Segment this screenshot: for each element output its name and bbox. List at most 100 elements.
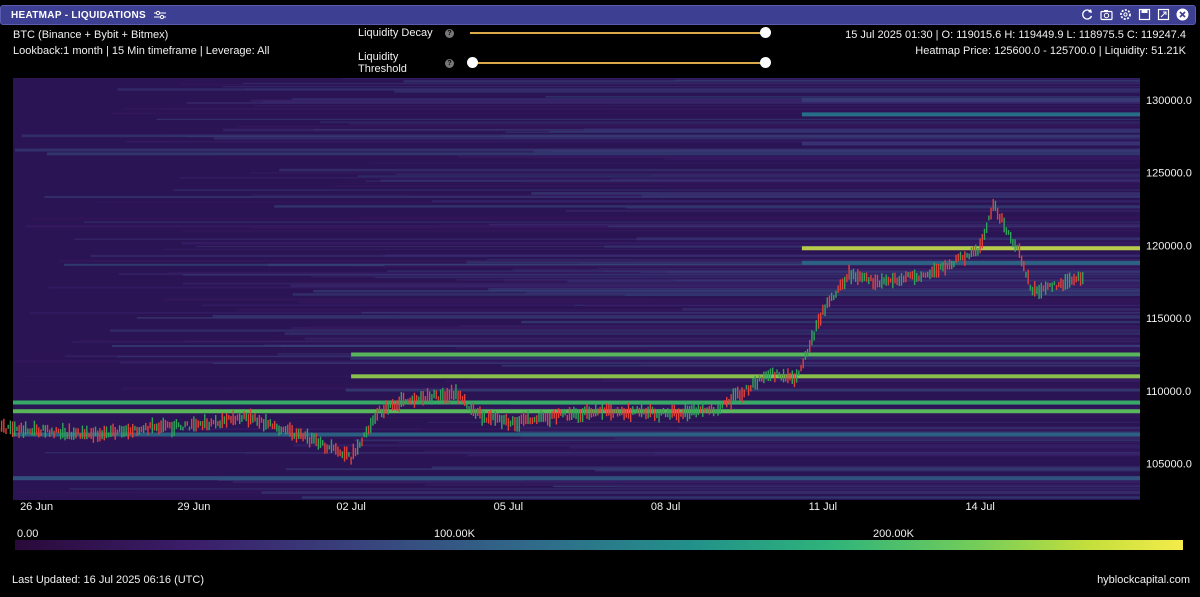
liquidity-streak <box>272 335 1141 337</box>
liquidity-threshold-max-knob[interactable] <box>760 57 771 68</box>
liquidity-streak <box>659 190 1140 193</box>
liquidity-streak <box>375 276 1140 279</box>
liquidity-decay-control: Liquidity Decay ? <box>358 27 771 39</box>
price-readout: 15 Jul 2025 01:30 | O: 119015.6 H: 11944… <box>845 27 1186 59</box>
liquidity-decay-slider[interactable] <box>470 27 771 38</box>
liquidity-streak <box>133 489 1140 491</box>
market-info: BTC (Binance + Bybit + Bitmex) Lookback:… <box>13 27 269 59</box>
liquidity-streak <box>662 192 1140 195</box>
settings-icon[interactable] <box>1119 8 1132 21</box>
ohlc-readout: 15 Jul 2025 01:30 | O: 119015.6 H: 11944… <box>845 29 1186 41</box>
liquidity-streak <box>348 123 1140 125</box>
liquidity-band <box>351 374 1141 379</box>
liquidity-streak <box>545 96 1140 98</box>
liquidity-streak <box>173 189 1141 191</box>
liquidity-threshold-min-knob[interactable] <box>467 57 478 68</box>
lookback-label: Lookback:1 month | 15 Min timeframe | Le… <box>13 45 270 57</box>
refresh-icon[interactable] <box>1081 8 1094 21</box>
liquidity-streak <box>384 264 1140 268</box>
help-icon[interactable]: ? <box>445 58 454 68</box>
liquidity-streak <box>234 125 1141 128</box>
liquidity-streak <box>186 101 1140 105</box>
liquidity-band <box>13 400 1140 405</box>
liquidity-streak <box>624 294 1140 296</box>
brand-label: hyblockcapital.com <box>1097 574 1190 586</box>
liquidity-streak <box>223 128 1140 132</box>
camera-icon[interactable] <box>1100 8 1113 21</box>
liquidity-streak <box>467 453 1141 457</box>
liquidity-streak <box>419 428 1141 431</box>
liquidity-streak <box>222 86 1140 88</box>
liquidity-streak <box>319 121 1140 123</box>
liquidity-streak <box>181 241 1141 245</box>
liquidity-streak <box>650 300 1140 303</box>
liquidity-band <box>801 112 1140 117</box>
liquidity-streak <box>565 209 1140 212</box>
liquidity-streak <box>608 110 1140 112</box>
liquidity-streak <box>136 317 1141 319</box>
liquidity-streak <box>83 221 1141 223</box>
liquidity-streak <box>379 253 1140 256</box>
liquidity-band <box>801 97 1140 102</box>
liquidity-streak <box>350 357 1140 360</box>
liquidity-band <box>13 476 1140 481</box>
liquidity-streak <box>44 451 1141 454</box>
liquidity-band <box>801 141 1140 146</box>
expand-icon[interactable] <box>1157 8 1170 21</box>
liquidity-streak <box>394 90 1141 93</box>
y-tick-label: 120000.0 <box>1146 240 1192 252</box>
liquidity-streak <box>358 216 1140 219</box>
adjust-icon[interactable] <box>153 10 166 20</box>
liquidity-streak <box>14 360 1140 363</box>
liquidity-streak <box>232 481 1140 484</box>
liquidity-streak <box>261 491 1140 494</box>
liquidity-streak <box>357 175 1140 177</box>
liquidity-streak <box>109 339 1140 341</box>
liquidity-streak <box>212 314 1140 318</box>
liquidity-streak <box>648 349 1140 352</box>
liquidation-heatmap-chart[interactable]: 130000.0 125000.0 120000.0 115000.0 110000.0… <box>0 70 1200 520</box>
liquidity-streak <box>345 388 1140 392</box>
liquidity-streak <box>455 346 1140 350</box>
liquidity-streak <box>156 118 1140 121</box>
y-tick-label: 115000.0 <box>1146 313 1191 325</box>
liquidity-threshold-slider[interactable] <box>467 57 771 68</box>
liquidity-streak <box>361 311 1140 314</box>
liquidity-streak <box>423 449 1140 453</box>
liquidity-streak <box>182 230 1140 232</box>
y-tick-label: 105000.0 <box>1146 459 1192 471</box>
last-updated: Last Updated: 16 Jul 2025 06:16 (UTC) <box>12 574 205 586</box>
liquidity-streak <box>187 136 1141 138</box>
liquidity-streak <box>403 80 1140 83</box>
y-tick-label: 125000.0 <box>1146 168 1192 180</box>
liquidity-streak <box>523 182 1140 184</box>
liquidity-colorbar <box>15 540 1183 550</box>
liquidity-streak <box>380 179 1140 182</box>
liquidity-streak <box>111 344 1140 348</box>
x-tick-label: 29 Jun <box>177 501 210 513</box>
liquidity-streak <box>182 274 1141 276</box>
close-icon[interactable] <box>1176 8 1189 21</box>
liquidity-decay-knob[interactable] <box>760 27 771 38</box>
liquidity-streak <box>342 78 1140 80</box>
x-tick-label: 02 Jul <box>336 501 365 513</box>
liquidity-streak <box>46 152 1141 156</box>
liquidity-streak <box>109 329 1140 332</box>
liquidity-streak <box>34 436 1140 440</box>
liquidity-streak <box>164 298 1140 301</box>
liquidity-streak <box>285 468 1140 471</box>
liquidity-streak <box>501 364 1141 367</box>
liquidity-streak <box>162 108 1140 111</box>
help-icon[interactable]: ? <box>445 28 454 38</box>
colorbar-label-max: 200.00K <box>873 528 914 540</box>
liquidity-streak <box>617 486 1140 488</box>
x-tick-label: 26 Jun <box>20 501 53 513</box>
liquidity-streak <box>597 267 1140 270</box>
x-tick-label: 11 Jul <box>809 501 838 513</box>
x-tick-label: 05 Jul <box>494 501 523 513</box>
liquidity-streak <box>333 184 1140 187</box>
save-icon[interactable] <box>1138 8 1151 21</box>
liquidity-streak <box>664 157 1140 161</box>
liquidity-streak <box>583 304 1140 307</box>
liquidity-streak <box>274 205 1141 208</box>
